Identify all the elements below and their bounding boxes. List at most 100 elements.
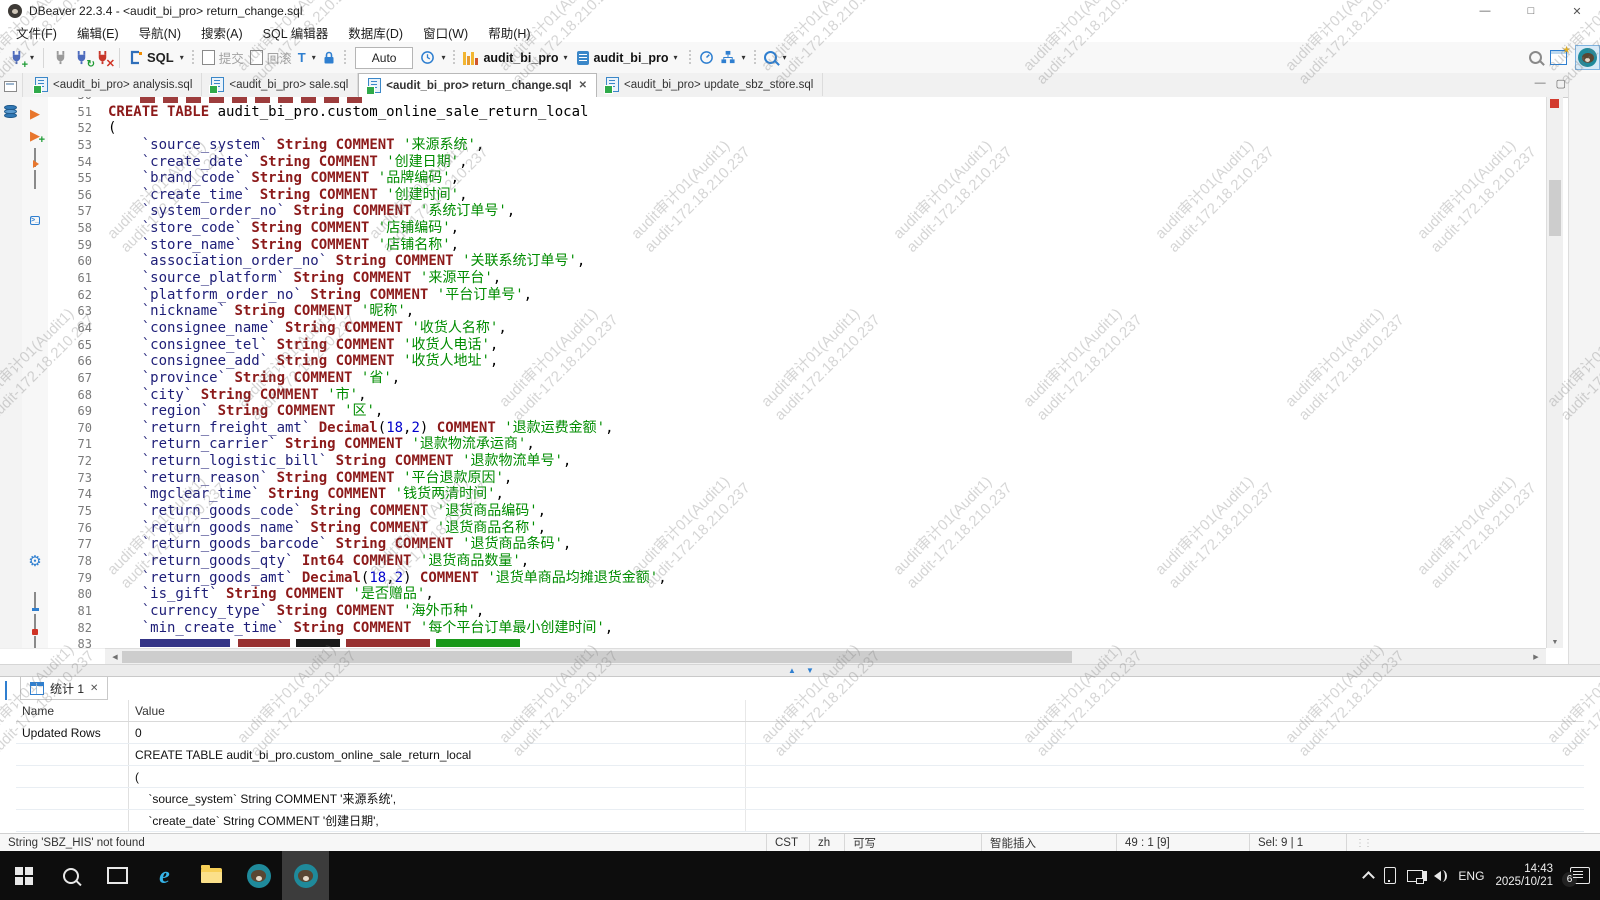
code-line[interactable]: 51CREATE TABLE audit_bi_pro.custom_onlin… <box>48 104 667 121</box>
quick-search-icon[interactable] <box>1529 51 1542 64</box>
menu-item-5[interactable]: 数据库(D) <box>338 23 413 42</box>
menu-item-6[interactable]: 窗口(W) <box>413 23 478 42</box>
network-icon[interactable] <box>1407 870 1423 882</box>
menu-item-4[interactable]: SQL 编辑器 <box>253 23 339 42</box>
file-explorer-button[interactable] <box>188 851 235 900</box>
search-dropdown-icon[interactable]: ▾ <box>780 53 790 62</box>
code-line[interactable]: 83 <box>48 636 667 648</box>
editor-tab[interactable]: <audit_bi_pro> update_sbz_store.sql <box>597 73 823 96</box>
table-row[interactable]: `create_date` String COMMENT '创建日期', <box>16 810 1584 832</box>
code-line[interactable]: 80 `is_gift` String COMMENT '是否赠品', <box>48 586 667 603</box>
maximize-view-icon[interactable]: ▢ <box>1556 77 1566 90</box>
dbeaver-taskbar-button[interactable] <box>235 851 282 900</box>
code-line[interactable]: 76 `return_goods_name` String COMMENT '退… <box>48 520 667 537</box>
minimize-view-icon[interactable]: — <box>1535 77 1546 90</box>
execute-statement-button[interactable]: ▶ <box>22 105 48 123</box>
code-line[interactable]: 74 `mgclear_time` String COMMENT '钱货两清时间… <box>48 486 667 503</box>
disconnect-button[interactable]: ✕ <box>92 46 113 70</box>
menu-item-7[interactable]: 帮助(H) <box>478 23 540 42</box>
code-line[interactable]: 63 `nickname` String COMMENT '昵称', <box>48 303 667 320</box>
explain-plan-button[interactable] <box>22 171 48 189</box>
new-connection-button[interactable]: + <box>6 46 27 70</box>
commit-button[interactable]: 提交 <box>199 46 247 70</box>
scroll-left-icon[interactable]: ◀ <box>107 653 123 661</box>
scroll-down-icon[interactable]: ▼ <box>1547 639 1563 646</box>
notification-center-icon[interactable]: 6 <box>1570 867 1590 884</box>
code-line[interactable]: 64 `consignee_name` String COMMENT '收货人名… <box>48 320 667 337</box>
sql-editor-button[interactable]: SQL <box>126 46 177 70</box>
horizontal-scrollbar[interactable]: ◀ ▶ <box>105 648 1546 665</box>
minimize-button[interactable]: — <box>1462 0 1508 22</box>
table-row[interactable]: CREATE TABLE audit_bi_pro.custom_online_… <box>16 744 1584 766</box>
column-header-name[interactable]: Name <box>16 700 129 721</box>
volume-icon[interactable] <box>1434 871 1441 881</box>
transaction-dropdown-icon[interactable]: ▾ <box>309 53 319 62</box>
code-line[interactable]: 70 `return_freight_amt` Decimal(18,2) CO… <box>48 420 667 437</box>
close-button[interactable]: ✕ <box>1554 0 1600 22</box>
dbeaver-taskbar-button-active[interactable] <box>282 851 329 900</box>
sql-dropdown-icon[interactable]: ▾ <box>177 53 187 62</box>
status-segment-3[interactable]: 智能插入 <box>981 834 1116 852</box>
dashboard-button[interactable] <box>696 46 717 70</box>
editor-tab[interactable]: <audit_bi_pro> sale.sql <box>202 73 358 96</box>
vertical-scroll-thumb[interactable] <box>1549 180 1561 236</box>
code-line[interactable]: 55 `brand_code` String COMMENT '品牌编码', <box>48 170 667 187</box>
code-line[interactable]: 66 `consignee_add` String COMMENT '收货人地址… <box>48 353 667 370</box>
code-line[interactable]: 62 `platform_order_no` String COMMENT '平… <box>48 287 667 304</box>
er-diagram-button[interactable] <box>717 46 739 70</box>
language-indicator[interactable]: ENG <box>1458 869 1484 883</box>
new-connection-dropdown-icon[interactable]: ▾ <box>27 53 37 62</box>
menu-item-3[interactable]: 搜索(A) <box>191 23 253 42</box>
clock[interactable]: 14:43 2025/10/21 <box>1495 863 1553 889</box>
code-line[interactable]: 50 <box>48 97 667 104</box>
code-line[interactable]: 75 `return_goods_code` String COMMENT '退… <box>48 503 667 520</box>
sql-editor[interactable]: 5051CREATE TABLE audit_bi_pro.custom_onl… <box>48 97 1546 648</box>
statistics-tab-close-icon[interactable]: ✕ <box>90 683 98 694</box>
commit-mode-select[interactable]: Auto <box>355 47 414 69</box>
export-result-button[interactable] <box>22 593 48 611</box>
statistics-tab[interactable]: 统计 1 ✕ <box>20 677 108 700</box>
status-segment-5[interactable]: Sel: 9 | 1 <box>1249 834 1346 852</box>
search-button[interactable] <box>761 46 780 70</box>
code-line[interactable]: 57 `system_order_no` String COMMENT '系统订… <box>48 203 667 220</box>
code-line[interactable]: 78 `return_goods_qty` Int64 COMMENT '退货商… <box>48 553 667 570</box>
usb-device-icon[interactable] <box>1384 867 1396 884</box>
vertical-scrollbar[interactable]: ▲ ▼ <box>1546 97 1563 648</box>
dbeaver-perspective-button[interactable] <box>1575 45 1600 70</box>
code-line[interactable]: 54 `create_date` String COMMENT '创建日期', <box>48 154 667 171</box>
horizontal-scroll-thumb[interactable] <box>122 651 1072 663</box>
menu-item-2[interactable]: 导航(N) <box>129 23 191 42</box>
lock-button[interactable] <box>319 46 339 70</box>
open-console-button[interactable]: >_ <box>22 209 48 227</box>
maximize-button[interactable]: □ <box>1508 0 1554 22</box>
restore-view-icon[interactable] <box>4 81 17 92</box>
transaction-log-button[interactable]: T <box>295 46 309 70</box>
code-line[interactable]: 72 `return_logistic_bill` String COMMENT… <box>48 453 667 470</box>
reconnect-button[interactable]: ↻ <box>71 46 92 70</box>
transaction-history-button[interactable] <box>417 46 438 70</box>
status-segment-4[interactable]: 49 : 1 [9] <box>1116 834 1249 852</box>
code-line[interactable]: 82 `min_create_time` String COMMENT '每个平… <box>48 620 667 637</box>
execute-script-button[interactable] <box>22 149 48 167</box>
status-grip-icon[interactable]: ⋮⋮ <box>1346 834 1379 852</box>
connect-button[interactable] <box>50 46 71 70</box>
tab-close-icon[interactable]: ✕ <box>579 80 587 91</box>
code-line[interactable]: 56 `create_time` String COMMENT '创建时间', <box>48 187 667 204</box>
code-line[interactable]: 71 `return_carrier` String COMMENT '退款物流… <box>48 436 667 453</box>
rollback-button[interactable]: 回滚 <box>247 46 295 70</box>
editor-settings-button[interactable]: ⚙ <box>22 553 48 571</box>
code-line[interactable]: 59 `store_name` String COMMENT '店铺名称', <box>48 237 667 254</box>
code-line[interactable]: 58 `store_code` String COMMENT '店铺编码', <box>48 220 667 237</box>
code-line[interactable]: 61 `source_platform` String COMMENT '来源平… <box>48 270 667 287</box>
tray-expand-icon[interactable] <box>1363 871 1376 884</box>
task-view-button[interactable] <box>94 851 141 900</box>
diagram-dropdown-icon[interactable]: ▾ <box>739 53 749 62</box>
status-segment-0[interactable]: CST <box>766 834 809 852</box>
collapse-up-icon[interactable]: ▲ <box>788 666 796 675</box>
status-segment-2[interactable]: 可写 <box>844 834 981 852</box>
code-line[interactable]: 68 `city` String COMMENT '市', <box>48 387 667 404</box>
code-line[interactable]: 69 `region` String COMMENT '区', <box>48 403 667 420</box>
expand-down-icon[interactable]: ▼ <box>806 666 814 675</box>
code-line[interactable]: 67 `province` String COMMENT '省', <box>48 370 667 387</box>
open-perspective-button[interactable]: ★ <box>1550 50 1567 65</box>
